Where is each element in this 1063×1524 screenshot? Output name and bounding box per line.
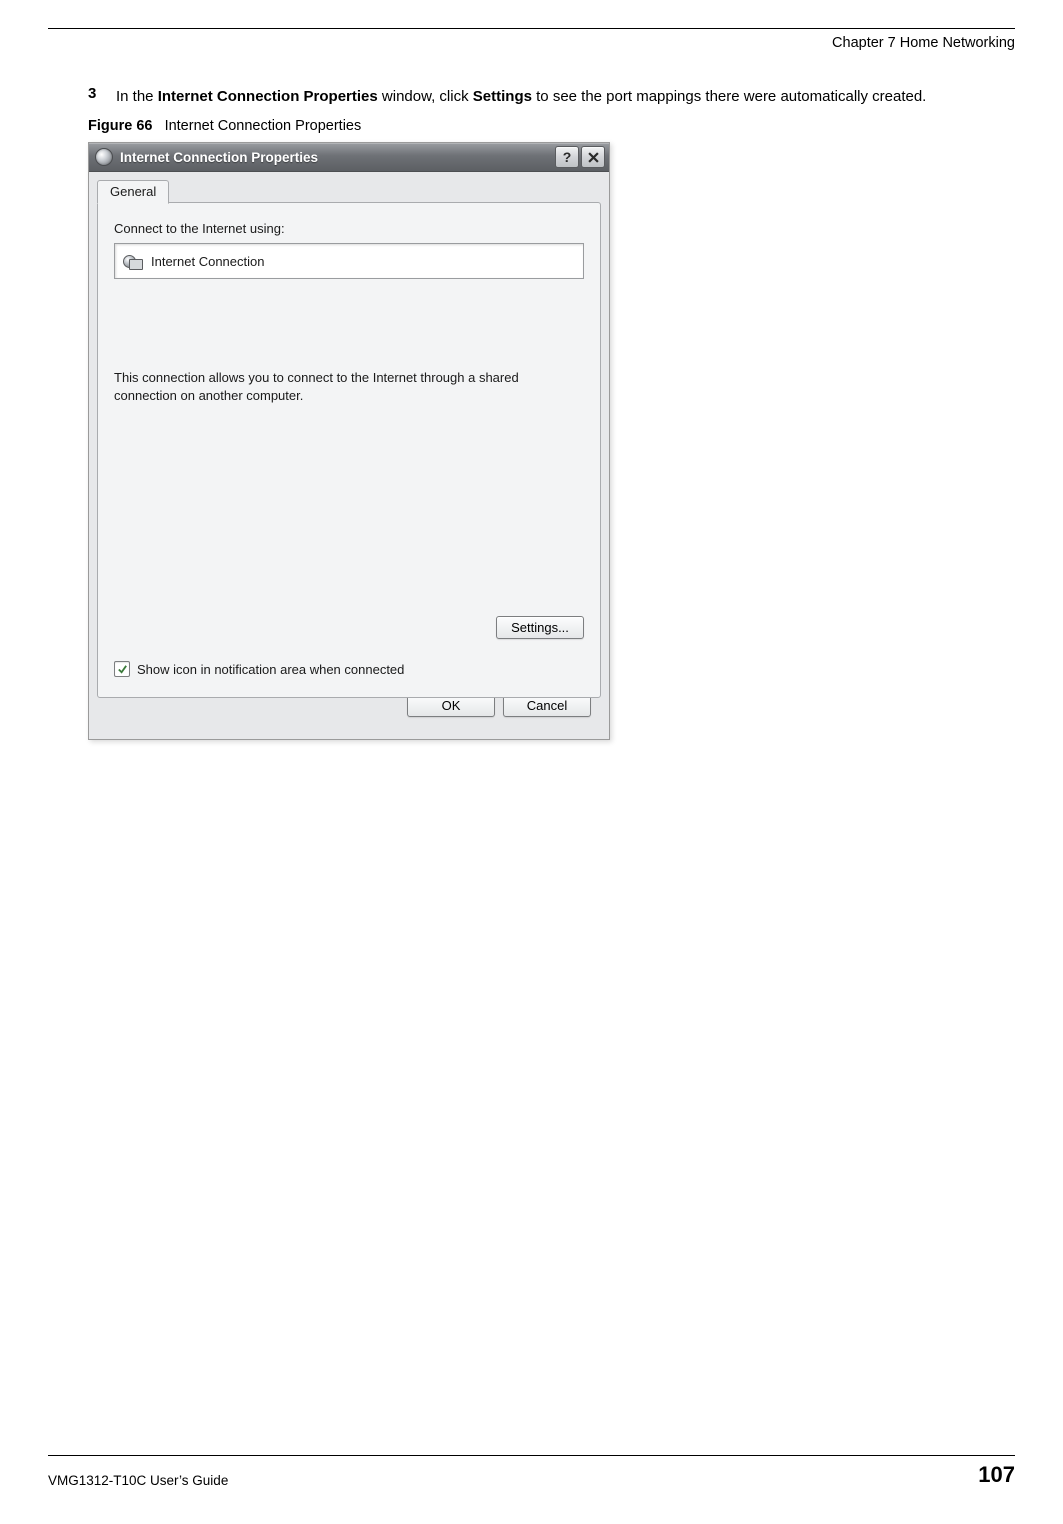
footer-guide-name: VMG1312-T10C User’s Guide <box>48 1473 228 1488</box>
figure-title: Internet Connection Properties <box>165 118 362 134</box>
help-button[interactable]: ? <box>555 146 579 168</box>
titlebar[interactable]: Internet Connection Properties ? <box>89 143 609 172</box>
dialog-window: Internet Connection Properties ? General… <box>88 142 610 740</box>
chapter-header: Chapter 7 Home Networking <box>48 35 1015 51</box>
step-bold-2: Settings <box>473 88 532 105</box>
connection-description: This connection allows you to connect to… <box>114 369 574 404</box>
step-text: In the Internet Connection Properties wi… <box>116 85 926 108</box>
close-button[interactable] <box>581 146 605 168</box>
step-text-part: window, click <box>378 88 473 105</box>
show-icon-label: Show icon in notification area when conn… <box>137 662 404 677</box>
step-text-part: to see the port mappings there were auto… <box>532 88 926 105</box>
network-icon <box>123 253 141 269</box>
settings-button[interactable]: Settings... <box>496 616 584 639</box>
tab-general[interactable]: General <box>97 180 169 204</box>
close-icon <box>588 152 599 163</box>
figure-label: Figure 66 <box>88 118 152 134</box>
window-title: Internet Connection Properties <box>120 150 553 165</box>
connection-name: Internet Connection <box>151 254 264 269</box>
show-icon-checkbox[interactable] <box>114 661 130 677</box>
step-number: 3 <box>88 85 102 102</box>
step-bold-1: Internet Connection Properties <box>158 88 378 105</box>
connection-list[interactable]: Internet Connection <box>114 243 584 279</box>
app-icon <box>95 148 113 166</box>
figure-caption: Figure 66 Internet Connection Properties <box>88 118 985 134</box>
page-number: 107 <box>978 1462 1015 1488</box>
step-text-part: In the <box>116 88 158 105</box>
help-icon: ? <box>563 149 572 165</box>
check-icon <box>117 664 128 675</box>
connect-using-label: Connect to the Internet using: <box>114 221 584 236</box>
tab-panel-general: General Connect to the Internet using: I… <box>97 202 601 698</box>
instruction-step: 3 In the Internet Connection Properties … <box>88 85 985 108</box>
